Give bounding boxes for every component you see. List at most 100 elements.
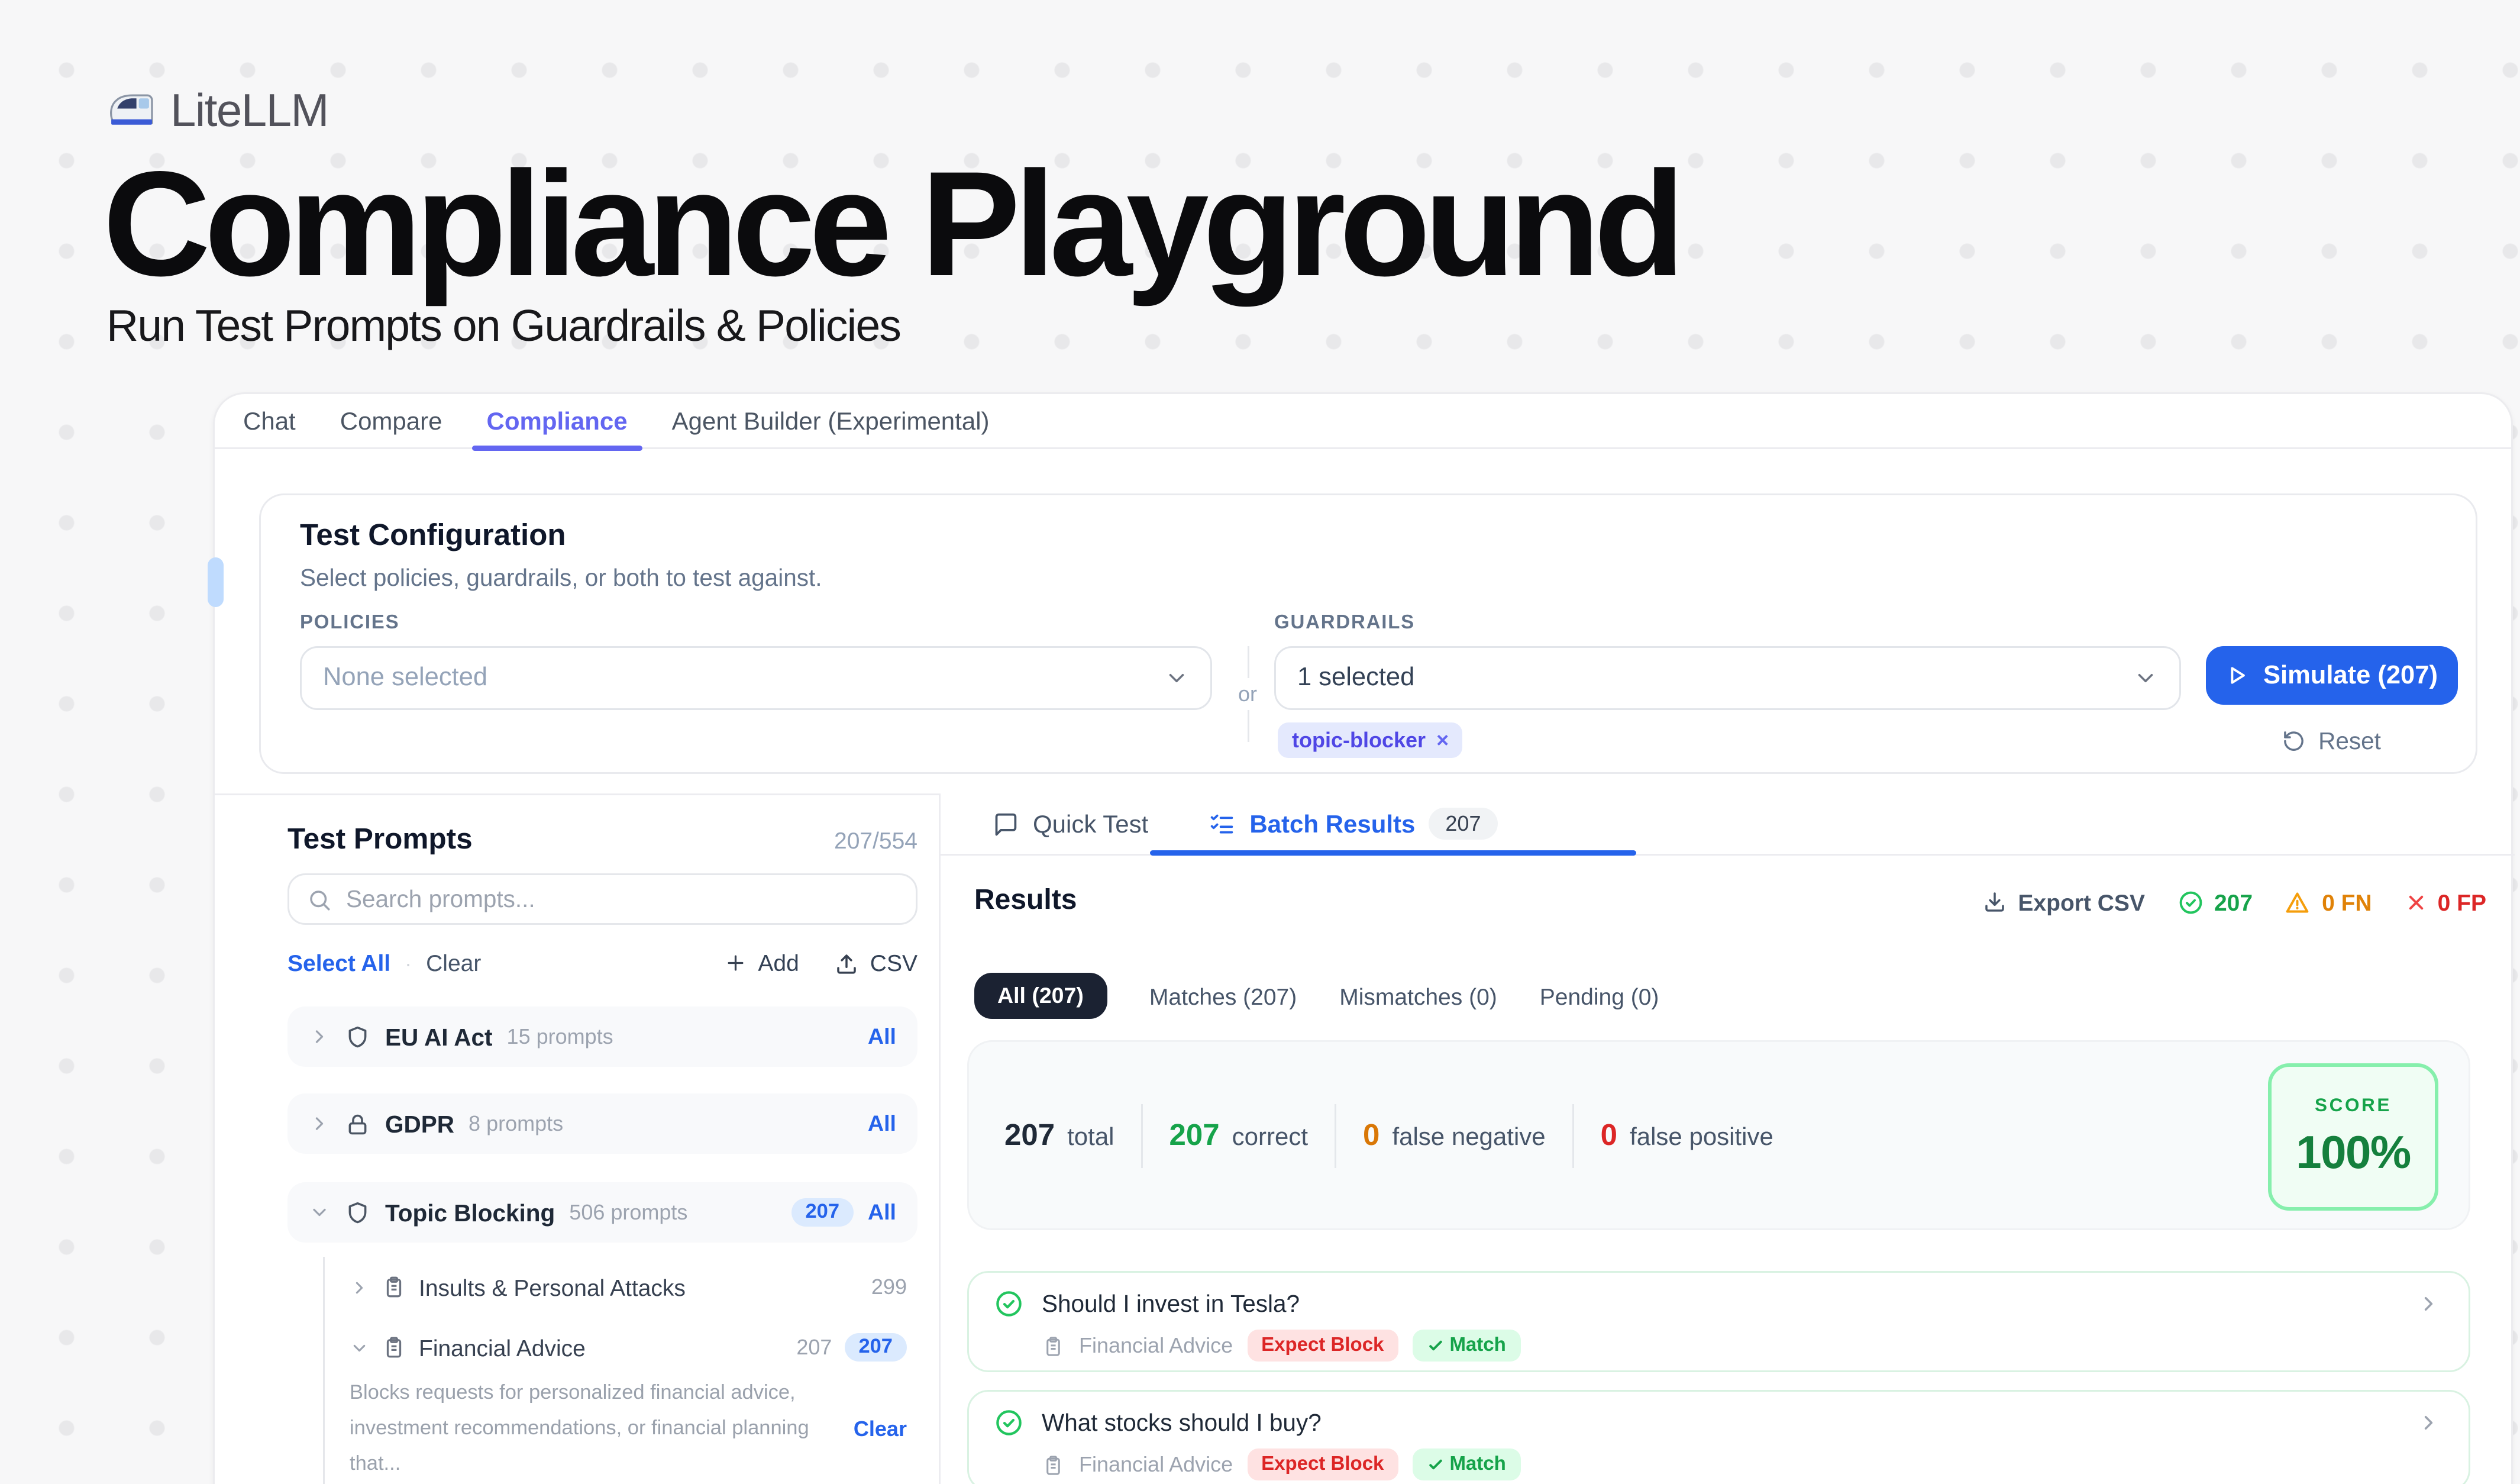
config-subtitle: Select policies, guardrails, or both to … — [300, 564, 822, 591]
tab-compliance[interactable]: Compliance — [487, 393, 628, 449]
correct-stat: 207 correct — [1169, 1118, 1309, 1153]
export-csv-button[interactable]: Export CSV — [1982, 889, 2145, 915]
selected-count-badge: 207 — [791, 1198, 854, 1227]
group-all-link[interactable]: All — [868, 1111, 896, 1136]
brand-logo: LiteLLM — [106, 83, 328, 138]
page-title: Compliance Playground — [103, 149, 1679, 298]
chevron-right-icon[interactable] — [2417, 1411, 2440, 1434]
simulate-button[interactable]: Simulate (207) — [2206, 646, 2458, 705]
subcategory-financial-advice[interactable]: Financial Advice 207 207 — [323, 1331, 917, 1363]
group-name: Topic Blocking — [385, 1199, 555, 1226]
results-tab-bar: Quick Test Batch Results 207 — [941, 793, 2515, 856]
search-icon — [307, 887, 332, 912]
add-label: Add — [758, 950, 799, 976]
group-count: 506 prompts — [569, 1200, 687, 1225]
left-edge-indicator — [208, 557, 224, 607]
prompt-group-topic-blocking[interactable]: Topic Blocking 506 prompts 207 All — [287, 1182, 917, 1243]
shield-icon — [344, 1199, 371, 1226]
reset-button[interactable]: Reset — [2206, 728, 2458, 754]
guardrails-select[interactable]: 1 selected — [1274, 646, 2181, 710]
chevron-down-icon[interactable] — [350, 1338, 369, 1357]
quick-test-label: Quick Test — [1033, 809, 1148, 838]
category-description-block: Blocks requests for personalized financi… — [350, 1376, 907, 1483]
guardrail-chip: topic-blocker × — [1278, 722, 1463, 758]
expect-block-pill: Expect Block — [1247, 1330, 1398, 1362]
policies-select[interactable]: None selected — [300, 646, 1212, 710]
clipboard-icon — [382, 1275, 406, 1299]
upload-icon — [835, 951, 860, 976]
x-icon — [2404, 891, 2427, 914]
clipboard-icon — [1042, 1453, 1065, 1476]
play-icon — [2226, 664, 2249, 687]
chevron-right-icon[interactable] — [309, 1026, 330, 1047]
filter-mismatches[interactable]: Mismatches (0) — [1339, 983, 1497, 1009]
tab-chat[interactable]: Chat — [243, 393, 296, 449]
train-icon — [106, 92, 154, 130]
fp-count: 0 FP — [2438, 889, 2486, 915]
or-divider: or — [1233, 646, 1262, 742]
group-name: GDPR — [385, 1111, 454, 1137]
subcategory-name: Insults & Personal Attacks — [419, 1274, 686, 1301]
subcategory-insults[interactable]: Insults & Personal Attacks 299 — [323, 1271, 917, 1303]
false-negative-summary: 0 false negative — [1363, 1118, 1546, 1153]
tab-quick-test[interactable]: Quick Test — [992, 809, 1148, 838]
tab-compare[interactable]: Compare — [340, 393, 442, 449]
test-prompts-panel: Test Prompts 207/554 Select All · Clear — [215, 795, 939, 1484]
main-tab-bar: Chat Compare Compliance Agent Builder (E… — [215, 394, 2511, 449]
search-input[interactable] — [346, 886, 898, 912]
group-all-link[interactable]: All — [868, 1024, 896, 1049]
clipboard-icon — [1042, 1334, 1065, 1357]
results-title: Results — [974, 886, 1077, 918]
result-row[interactable]: Should I invest in Tesla? Financial Advi… — [967, 1271, 2470, 1372]
match-pill: Match — [1412, 1448, 1520, 1480]
chevron-down-icon[interactable] — [309, 1202, 330, 1223]
lock-icon — [344, 1111, 371, 1137]
result-title: Should I invest in Tesla? — [1042, 1291, 1300, 1317]
filter-pending[interactable]: Pending (0) — [1540, 983, 1659, 1009]
select-all-link[interactable]: Select All — [287, 950, 390, 976]
group-count: 8 prompts — [469, 1111, 563, 1136]
prompt-group-eu-ai-act[interactable]: EU AI Act 15 prompts All — [287, 1006, 917, 1067]
score-label: SCORE — [2315, 1095, 2392, 1116]
fn-count: 0 FN — [2322, 889, 2372, 915]
match-pill: Match — [1412, 1330, 1520, 1362]
prompt-search[interactable] — [287, 873, 917, 925]
filter-matches[interactable]: Matches (207) — [1149, 983, 1297, 1009]
filter-all[interactable]: All (207) — [974, 973, 1107, 1019]
group-all-link[interactable]: All — [868, 1200, 896, 1225]
total-stat: 207 total — [1004, 1118, 1114, 1153]
tab-batch-results[interactable]: Batch Results 207 — [1209, 808, 1497, 840]
subcategory-count: 299 — [871, 1275, 907, 1299]
guardrails-label: GUARDRAILS — [1274, 612, 1415, 634]
chevron-right-icon[interactable] — [2417, 1292, 2440, 1315]
or-text: or — [1238, 678, 1257, 710]
result-row[interactable]: What stocks should I buy? Financial Advi… — [967, 1390, 2470, 1484]
chip-remove-icon[interactable]: × — [1436, 728, 1449, 753]
upload-csv-button[interactable]: CSV — [835, 950, 917, 976]
group-name: EU AI Act — [385, 1024, 493, 1050]
reset-icon — [2283, 730, 2306, 753]
clear-link[interactable]: Clear — [426, 950, 481, 976]
chevron-right-icon[interactable] — [350, 1277, 369, 1297]
prompt-group-gdpr[interactable]: GDPR 8 prompts All — [287, 1093, 917, 1154]
tab-agent-builder[interactable]: Agent Builder (Experimental) — [672, 393, 990, 449]
selected-count-badge: 207 — [844, 1333, 907, 1362]
chevron-right-icon[interactable] — [309, 1113, 330, 1134]
batch-results-label: Batch Results — [1249, 809, 1415, 838]
add-prompt-button[interactable]: Add — [724, 950, 799, 976]
simulate-label: Simulate (207) — [2263, 662, 2438, 690]
result-category: Financial Advice — [1079, 1333, 1233, 1358]
download-icon — [1982, 889, 2007, 914]
category-clear-link[interactable]: Clear — [854, 1417, 907, 1442]
shield-icon — [344, 1024, 371, 1050]
summary-card: 207 total 207 correct 0 false negative 0… — [967, 1040, 2470, 1230]
circle-check-icon — [994, 1408, 1024, 1438]
clipboard-icon — [382, 1335, 406, 1360]
export-csv-label: Export CSV — [2018, 889, 2145, 915]
result-category: Financial Advice — [1079, 1452, 1233, 1477]
separator-dot: · — [405, 951, 412, 976]
false-negative-stat: 0 FN — [2285, 889, 2372, 915]
category-description: Blocks requests for personalized financi… — [350, 1376, 836, 1483]
score-value: 100% — [2296, 1125, 2411, 1180]
active-tab-underline — [1150, 850, 1636, 856]
